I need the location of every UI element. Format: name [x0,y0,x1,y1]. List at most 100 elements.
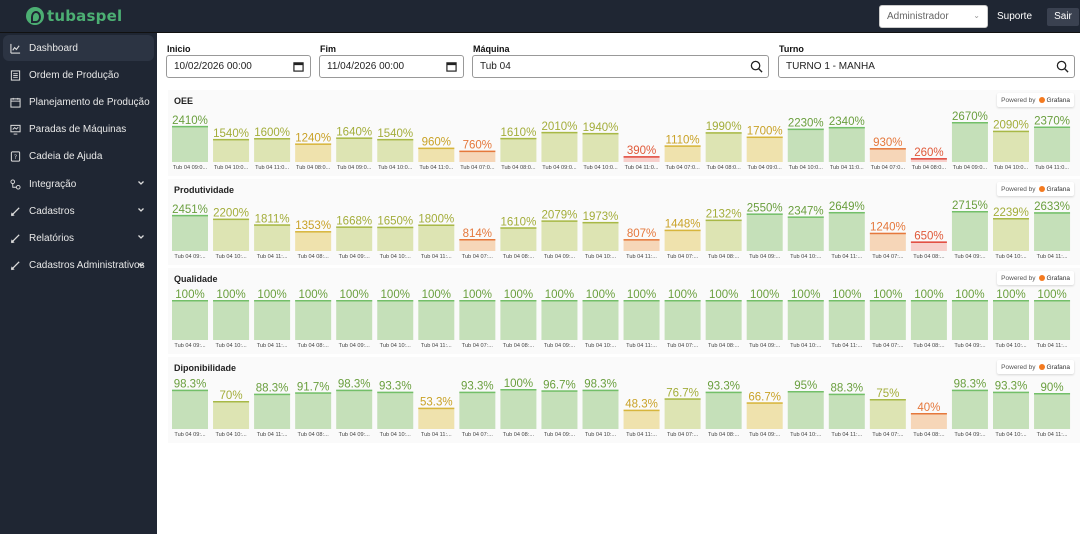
search-icon[interactable] [1056,60,1069,73]
bar[interactable] [951,300,988,340]
bar[interactable] [705,391,742,429]
sidebar-item-ordem-de-producao[interactable]: Ordem de Produção [3,62,154,88]
bar[interactable] [295,143,332,162]
bar[interactable] [336,300,373,340]
bar[interactable] [705,219,742,251]
machine-input[interactable]: Tub 04 [472,55,769,78]
bar[interactable] [541,131,578,162]
bar[interactable] [459,300,496,340]
bar[interactable] [500,300,537,340]
bar[interactable] [787,300,824,340]
sidebar-item-dashboard[interactable]: Dashboard [3,35,154,61]
logout-button[interactable]: Sair [1047,8,1079,26]
grafana-badge[interactable]: Powered by Grafana [997,271,1074,285]
bar[interactable] [500,227,537,251]
bar[interactable] [664,145,701,162]
bar[interactable] [787,128,824,162]
calendar-icon[interactable] [293,61,304,72]
bar[interactable] [746,402,783,429]
bar[interactable] [500,137,537,162]
bar[interactable] [541,390,578,429]
bar[interactable] [254,138,291,162]
bar[interactable] [1034,393,1071,429]
bar[interactable] [951,211,988,251]
logo[interactable]: tubaspel [26,6,122,26]
bar[interactable] [336,226,373,251]
bar[interactable] [993,391,1029,429]
bar[interactable] [869,300,906,340]
bar[interactable] [828,393,865,429]
sidebar-item-cadastros[interactable]: Cadastros [3,198,154,224]
calendar-icon[interactable] [446,61,457,72]
bar[interactable] [377,300,414,340]
bar[interactable] [787,216,824,251]
bar[interactable] [213,401,250,429]
bar[interactable] [828,300,865,340]
bar[interactable] [582,300,619,340]
bar[interactable] [254,300,291,340]
bar[interactable] [541,220,578,251]
bar[interactable] [418,224,455,251]
bar[interactable] [705,132,742,162]
grafana-badge[interactable]: Powered by Grafana [997,182,1074,196]
bar[interactable] [787,391,824,429]
bar[interactable] [951,122,988,162]
bar[interactable] [664,300,701,340]
bar[interactable] [993,218,1029,251]
bar[interactable] [172,300,208,340]
shift-input[interactable]: TURNO 1 - MANHA [778,55,1075,78]
bar[interactable] [828,126,865,162]
bar[interactable] [172,389,208,429]
bar[interactable] [664,229,701,251]
bar[interactable] [623,239,660,251]
bar[interactable] [1034,300,1071,340]
bar[interactable] [869,232,906,251]
bar[interactable] [869,399,906,429]
bar[interactable] [951,389,988,429]
sidebar-item-integracao[interactable]: Integração [3,171,154,197]
start-date-input[interactable]: 10/02/2026 00:00 [166,55,311,78]
role-select[interactable]: Administrador ⌄ [879,5,988,28]
bar[interactable] [1034,212,1071,251]
bar[interactable] [623,300,660,340]
bar[interactable] [541,300,578,340]
bar[interactable] [377,226,414,251]
bar[interactable] [213,138,250,162]
bar[interactable] [828,211,865,251]
grafana-badge[interactable]: Powered by Grafana [997,360,1074,374]
sidebar-item-paradas-de-maquinas[interactable]: Paradas de Máquinas [3,117,154,143]
bar[interactable] [336,137,373,162]
bar[interactable] [869,148,906,162]
sidebar-item-cadeia-de-ajuda[interactable]: ? Cadeia de Ajuda [3,144,154,170]
bar[interactable] [705,300,742,340]
bar[interactable] [623,409,660,429]
bar[interactable] [254,393,291,429]
bar[interactable] [459,239,496,251]
bar[interactable] [664,398,701,429]
bar[interactable] [172,125,208,162]
bar[interactable] [910,413,947,429]
bar[interactable] [582,221,619,251]
sidebar-item-relatorios[interactable]: Relatórios [3,225,154,251]
bar[interactable] [377,391,414,429]
bar[interactable] [213,300,250,340]
bar[interactable] [418,300,455,340]
bar[interactable] [1034,126,1071,162]
bar[interactable] [418,147,455,162]
bar[interactable] [993,300,1029,340]
bar[interactable] [172,214,208,251]
bar[interactable] [254,224,291,251]
bar[interactable] [582,132,619,162]
bar[interactable] [213,218,250,251]
bar[interactable] [746,300,783,340]
bar[interactable] [418,407,455,429]
bar[interactable] [910,300,947,340]
bar[interactable] [746,136,783,162]
bar[interactable] [336,389,373,429]
grafana-badge[interactable]: Powered by Grafana [997,93,1074,107]
bar[interactable] [295,392,332,429]
bar[interactable] [295,231,332,251]
support-link[interactable]: Suporte [997,11,1032,22]
bar[interactable] [500,389,537,429]
bar[interactable] [459,391,496,429]
